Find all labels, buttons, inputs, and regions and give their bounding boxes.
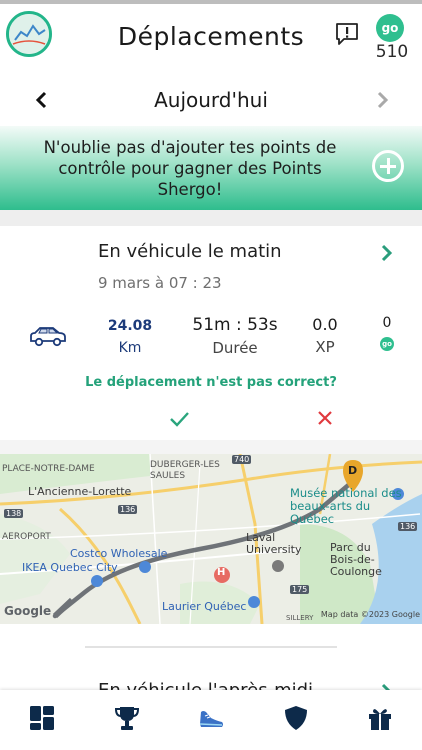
car-icon [28,324,68,348]
trophy-icon[interactable] [113,704,141,732]
shield-icon[interactable] [282,704,310,732]
points-stat: 0 go [372,315,402,351]
next-day-icon[interactable] [370,88,394,112]
shoe-icon[interactable] [197,704,225,732]
dashboard-icon[interactable] [28,704,56,732]
map-label: DUBERGER-LES SAULES [150,460,220,481]
go-points-icon: go [380,337,394,351]
date-navigation: Aujourd'hui [0,78,422,124]
map-label: Laval University [246,531,302,556]
go-points-icon: go [376,14,404,42]
bottom-navigation [0,690,422,750]
section-divider [0,440,422,454]
duration-label: Durée [212,339,258,357]
add-checkpoint-icon[interactable] [372,150,404,182]
trip-date: 9 mars à 07 : 23 [98,274,222,292]
points-value: 0 [382,315,392,331]
map-label: IKEA Quebec City [22,561,118,574]
xp-stat: 0.0 XP [305,315,345,356]
section-divider [0,210,422,226]
google-logo: Google [4,604,52,618]
chevron-right-icon[interactable] [376,243,396,263]
banner-text: N'oublie pas d'ajouter tes points de con… [43,138,337,199]
map-label: PLACE-NOTRE-DAME [2,464,95,474]
reject-close-icon[interactable] [315,408,335,428]
points-count: 510 [375,42,409,62]
map-label: Parc du Bois-de-Coulonge [330,541,382,578]
xp-label: XP [315,338,335,356]
distance-unit: Km [118,340,142,356]
duration-value: 51m : 53s [192,315,278,335]
incorrect-trip-question[interactable]: Le déplacement n'est pas correct? [0,375,422,390]
map-label: Musée national des beaux-arts du Québec [290,486,402,526]
route-shield: 740 [232,455,252,464]
distance-value: 24.08 [107,318,153,334]
confirm-check-icon[interactable] [168,408,190,430]
route-shield: 136 [118,505,138,514]
route-shield: 175 [290,585,310,594]
map-label: Costco Wholesale [70,547,168,560]
xp-value: 0.0 [312,315,338,334]
map-label: L'Ancienne-Lorette [28,485,132,498]
hospital-icon: H [217,567,226,578]
map-label: Laurier Québec [162,600,247,613]
date-label: Aujourd'hui [154,88,268,112]
map-label: AEROPORT [2,532,51,542]
trip-title[interactable]: En véhicule le matin [98,241,282,262]
gift-icon[interactable] [366,704,394,732]
map-label: SILLERY [286,614,314,622]
route-shield: 138 [4,509,24,518]
distance-stat: 24.08 Km [100,318,160,356]
map-attribution: Map data ©2023 Google [320,610,420,619]
feedback-icon[interactable] [334,22,360,46]
route-shield: 136 [398,522,418,531]
destination-marker[interactable]: D [348,464,357,477]
trip-map[interactable]: PLACE-NOTRE-DAME DUBERGER-LES SAULES L'A… [0,454,422,624]
trip-divider [85,646,337,648]
header: Déplacements go 510 [0,4,422,74]
checkpoint-banner: N'oublie pas d'ajouter tes points de con… [0,126,422,210]
duration-stat: 51m : 53s Durée [185,315,285,357]
